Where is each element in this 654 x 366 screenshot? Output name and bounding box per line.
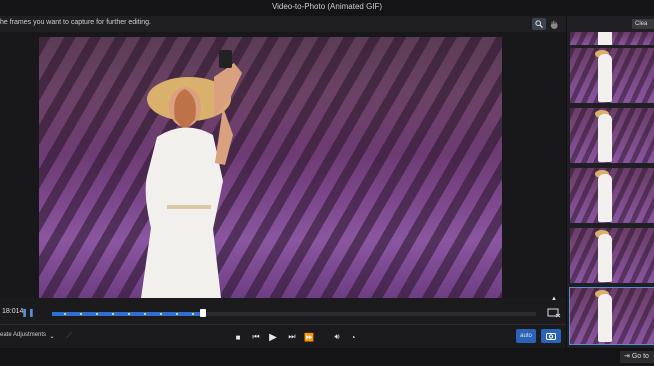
play-icon[interactable]: ▶	[267, 331, 279, 343]
woman-figure	[141, 50, 242, 298]
next-frame-icon[interactable]: ⏭	[286, 332, 298, 342]
frame-thumbnail[interactable]	[570, 48, 654, 103]
instruction-bar: he frames you want to capture for furthe…	[0, 16, 566, 32]
frame-thumbnail-selected[interactable]	[569, 287, 654, 345]
split-icon[interactable]: ⟋	[64, 331, 74, 341]
adjustments-label[interactable]: eate Adjustments	[0, 332, 46, 338]
hand-tool-button[interactable]	[547, 18, 561, 30]
stop-icon[interactable]: ■	[233, 332, 243, 342]
goto-icon: ⇥	[624, 353, 632, 360]
window-title: Video-to-Photo (Animated GIF)	[271, 2, 383, 11]
frame-marker	[112, 313, 114, 315]
goto-label: Go to	[631, 353, 649, 360]
crop-icon[interactable]	[546, 307, 562, 319]
zoom-icon	[535, 20, 543, 28]
timeline-track[interactable]	[52, 309, 536, 317]
video-preview-area	[0, 32, 566, 298]
frame-marker	[64, 313, 66, 315]
timeline: 18:014 ❚❚	[0, 300, 566, 324]
speed-icon[interactable]: ◔	[347, 332, 359, 342]
frame-thumbnail[interactable]	[570, 228, 654, 283]
hand-icon	[550, 20, 558, 29]
frame-marker	[80, 313, 82, 315]
goto-button[interactable]: ⇥ Go to	[620, 351, 654, 363]
video-frame-preview	[39, 37, 502, 298]
frame-thumbnail[interactable]	[570, 108, 654, 163]
prev-frame-icon[interactable]: ⏮	[250, 332, 262, 342]
frame-thumbnail[interactable]	[570, 168, 654, 223]
zoom-tool-button[interactable]	[532, 18, 546, 30]
frame-marker	[128, 313, 130, 315]
title-bar: Video-to-Photo (Animated GIF)	[0, 0, 654, 16]
pause-icon[interactable]: ❚❚	[21, 308, 34, 317]
camera-icon	[546, 333, 556, 340]
instruction-text: he frames you want to capture for furthe…	[0, 19, 151, 26]
frame-thumbnail[interactable]	[570, 32, 654, 45]
frame-marker	[176, 313, 178, 315]
playhead-handle[interactable]	[200, 309, 206, 317]
frame-marker	[160, 313, 162, 315]
timecode: 18:014	[2, 308, 24, 315]
frame-marker	[144, 313, 146, 315]
fast-forward-icon[interactable]: ⏩	[303, 332, 315, 342]
frame-marker	[96, 313, 98, 315]
status-bar	[0, 348, 654, 366]
auto-capture-button[interactable]: auto	[516, 329, 536, 343]
dropdown-icon[interactable]: ⌄	[48, 332, 56, 340]
clear-button[interactable]: Clea	[632, 19, 654, 29]
frame-marker	[192, 313, 194, 315]
capture-button[interactable]	[541, 329, 561, 343]
volume-icon[interactable]: 🔊︎	[331, 332, 343, 342]
playback-controls: eate Adjustments ⌄ ⟋ ■ ⏮ ▶ ⏭ ⏩ 🔊︎ ◔ auto	[0, 324, 566, 349]
